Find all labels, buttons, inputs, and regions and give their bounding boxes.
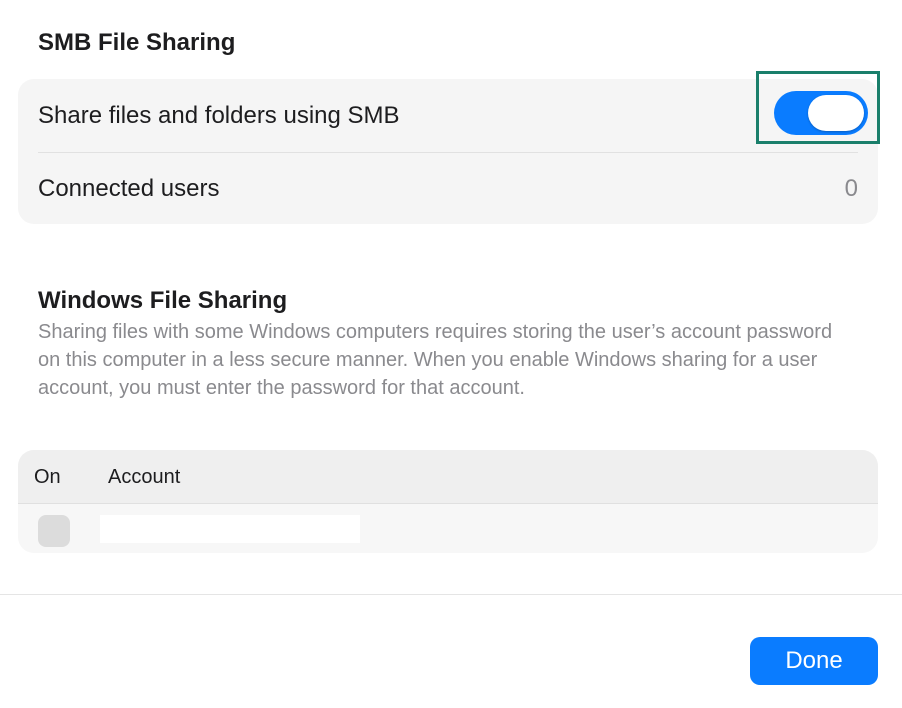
- share-files-label: Share files and folders using SMB: [38, 101, 400, 129]
- column-header-account[interactable]: Account: [108, 466, 180, 489]
- table-row[interactable]: [18, 505, 878, 553]
- windows-sharing-description: Sharing files with some Windows computer…: [38, 321, 833, 399]
- done-button[interactable]: Done: [750, 637, 878, 685]
- column-header-on[interactable]: On: [34, 466, 61, 489]
- connected-users-row: Connected users 0: [38, 153, 858, 224]
- accounts-table: On Account: [18, 450, 878, 553]
- table-header: On Account: [18, 450, 878, 504]
- windows-section-title: Windows File Sharing: [38, 287, 288, 314]
- account-on-checkbox[interactable]: [38, 515, 70, 547]
- account-name-cell: [100, 515, 360, 543]
- footer-divider: [0, 594, 902, 595]
- smb-settings-group: Share files and folders using SMB Connec…: [18, 79, 878, 224]
- smb-sharing-dialog: SMB File Sharing Share files and folders…: [0, 0, 902, 708]
- share-files-row: Share files and folders using SMB: [38, 79, 858, 152]
- connected-users-count: 0: [844, 174, 858, 202]
- toggle-knob: [808, 95, 864, 131]
- share-smb-toggle[interactable]: [774, 91, 868, 135]
- smb-section-title: SMB File Sharing: [38, 29, 236, 56]
- connected-users-label: Connected users: [38, 174, 220, 202]
